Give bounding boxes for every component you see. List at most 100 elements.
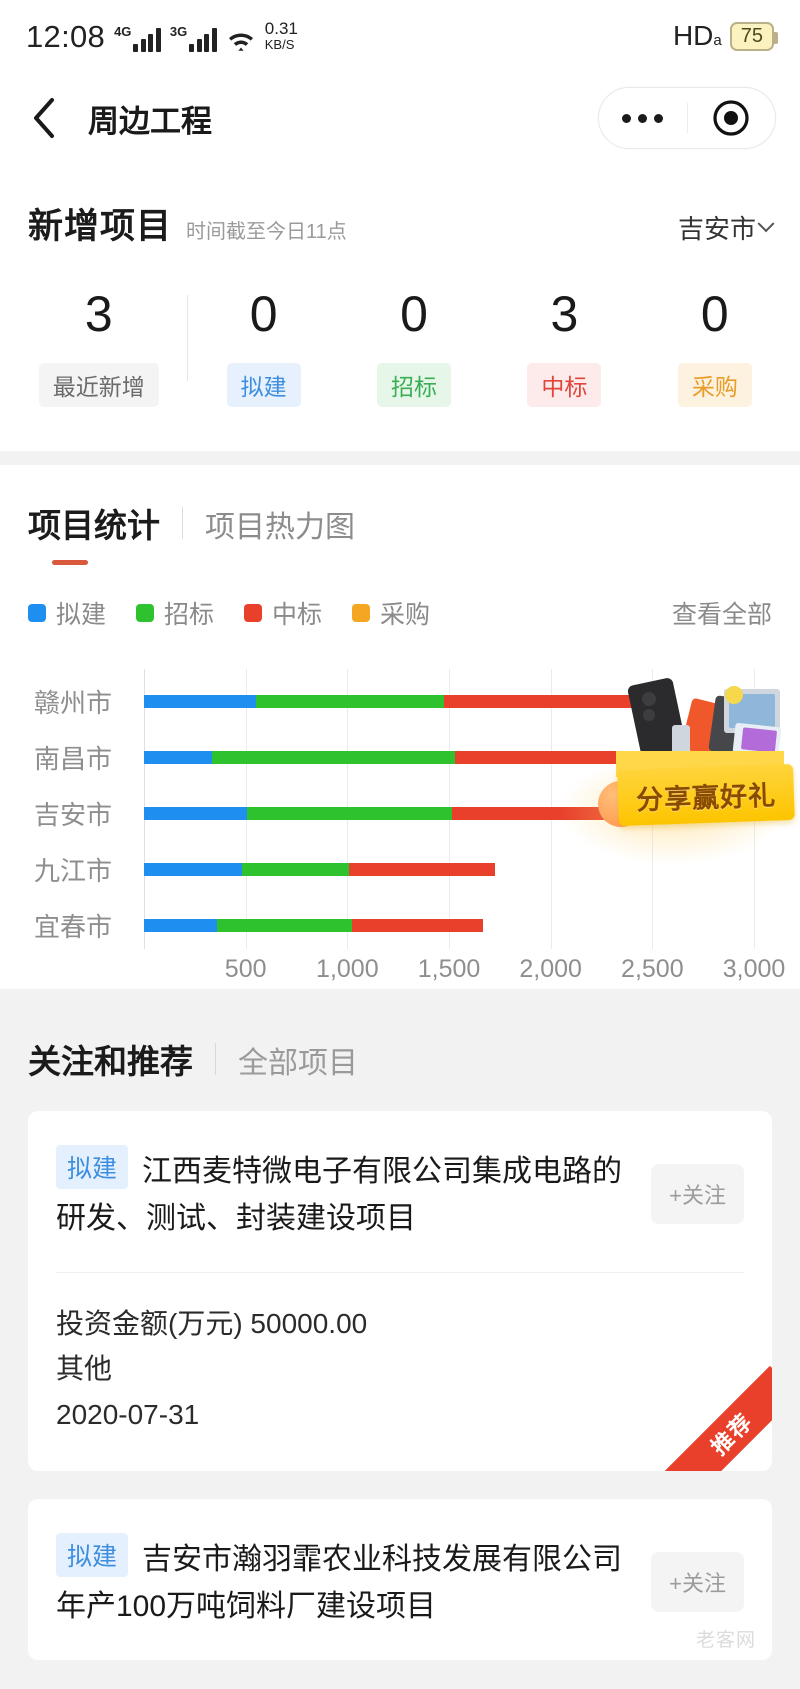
project-stats-section: 项目统计 项目热力图 拟建 招标 中标 采购 查看全部 赣州市 南昌市 吉安市 九江市 宜春市 …	[0, 465, 800, 989]
mini-program-capsule	[598, 87, 776, 149]
x-axis-tick: 500	[224, 955, 267, 983]
x-axis-tick: 2,000	[519, 955, 582, 983]
city-selector-label: 吉安市	[677, 214, 756, 244]
recommend-title: 关注和推荐	[28, 1043, 193, 1080]
watermark: 老客网	[695, 1630, 756, 1652]
stat-label: 最近新增	[38, 363, 159, 407]
x-axis-tick: 1,000	[316, 955, 379, 983]
bar-segment-招标	[241, 862, 350, 876]
stat-cell-4[interactable]: 0 采购	[640, 289, 790, 407]
legend-label: 采购	[380, 601, 431, 629]
chart-legend: 拟建 招标 中标 采购 查看全部	[28, 595, 772, 631]
tab-heatmap[interactable]: 项目热力图	[205, 502, 355, 546]
stacked-bar[interactable]	[144, 862, 495, 876]
bar-segment-中标	[455, 750, 672, 764]
project-card-header: 拟建 吉安市瀚羽霏农业科技发展有限公司年产100万吨饲料厂建设项目 +关注	[28, 1499, 772, 1660]
project-title: 吉安市瀚羽霏农业科技发展有限公司年产100万吨饲料厂建设项目	[56, 1543, 623, 1623]
city-selector[interactable]: 吉安市	[677, 209, 775, 246]
status-badge: 拟建	[56, 1145, 129, 1189]
project-title: 江西麦特微电子有限公司集成电路的研发、测试、封装建设项目	[56, 1155, 623, 1235]
legend-item-拟建[interactable]: 拟建	[28, 595, 106, 631]
new-projects-card: 新增项目 时间截至今日11点 吉安市 3 最近新增 0 拟建 0 招标 3 中标 0 采购	[0, 164, 800, 451]
signal-3g: 3G	[170, 25, 217, 52]
bar-segment-招标	[212, 750, 456, 764]
chart-row: 吉安市	[28, 785, 772, 841]
stat-value: 0	[249, 286, 278, 342]
tab-divider	[182, 507, 183, 539]
project-card[interactable]: 拟建 江西麦特微电子有限公司集成电路的研发、测试、封装建设项目 +关注 投资金额(…	[28, 1111, 772, 1472]
bar-segment-中标	[352, 918, 483, 932]
stacked-bar[interactable]	[144, 806, 628, 820]
stat-cell-2[interactable]: 0 招标	[339, 289, 489, 407]
signal-bars-icon-1	[133, 26, 161, 52]
stat-row: 3 最近新增 0 拟建 0 招标 3 中标 0 采购	[0, 289, 800, 407]
bar-segment-中标	[452, 806, 628, 820]
stat-label: 拟建	[226, 363, 301, 407]
view-all-link[interactable]: 查看全部	[672, 595, 772, 631]
chevron-down-icon	[757, 214, 775, 232]
stat-value: 0	[400, 286, 428, 342]
stat-value: 3	[550, 286, 579, 342]
follow-button[interactable]: +关注	[651, 1551, 744, 1612]
legend-label: 招标	[164, 601, 215, 629]
chevron-left-icon[interactable]	[24, 98, 64, 138]
bar-segment-拟建	[144, 862, 242, 876]
chart-row: 九江市	[28, 841, 772, 897]
stacked-bar[interactable]	[144, 694, 675, 708]
bar-segment-中标	[349, 862, 495, 876]
tab-active-underline	[52, 560, 88, 565]
bar-segment-中标	[443, 694, 675, 708]
battery-indicator: 75	[729, 21, 779, 51]
stat-label: 中标	[527, 363, 602, 407]
legend-item-招标[interactable]: 招标	[136, 595, 214, 631]
status-bar-left: 12:08 4G 3G 0.31 KB/S	[26, 18, 298, 54]
bar-segment-招标	[255, 694, 444, 708]
bar-segment-拟建	[144, 694, 256, 708]
stacked-bar[interactable]	[144, 918, 483, 932]
new-projects-subtitle: 时间截至今日11点	[186, 221, 347, 243]
hd-indicator: HDa	[672, 20, 722, 51]
tab-all-projects[interactable]: 全部项目	[238, 1038, 358, 1082]
stat-label: 招标	[377, 363, 452, 407]
status-time: 12:08	[26, 18, 106, 54]
follow-button[interactable]: +关注	[651, 1163, 744, 1224]
stat-cell-0[interactable]: 3 最近新增	[10, 289, 187, 407]
tab-project-stats-label: 项目统计	[28, 507, 160, 544]
stat-cell-1[interactable]: 0 拟建	[188, 289, 338, 407]
network-type-label-2: 3G	[169, 23, 188, 39]
chart-row: 南昌市	[28, 729, 772, 785]
stacked-bar-chart: 赣州市 南昌市 吉安市 九江市 宜春市 500 1,000 1,500 2,000 2,500 3…	[28, 659, 785, 989]
tab-project-stats[interactable]: 项目统计	[28, 499, 160, 565]
bar-segment-招标	[246, 806, 453, 820]
chart-row: 宜春市	[28, 897, 772, 953]
legend-swatch-icon	[352, 604, 371, 622]
new-projects-header: 新增项目 时间截至今日11点 吉安市	[0, 198, 800, 249]
legend-swatch-icon	[136, 604, 155, 622]
stat-cell-3[interactable]: 3 中标	[489, 289, 639, 407]
x-axis-tick: 1,500	[417, 955, 481, 983]
project-date: 2020-07-31	[56, 1398, 200, 1430]
project-amount: 投资金额(万元) 50000.00	[56, 1308, 368, 1339]
legend-swatch-icon	[244, 604, 263, 622]
project-card[interactable]: 拟建 吉安市瀚羽霏农业科技发展有限公司年产100万吨饲料厂建设项目 +关注 老客网	[28, 1499, 772, 1661]
target-icon[interactable]	[688, 98, 776, 138]
chart-x-axis: 500 1,000 1,500 2,000 2,500 3,000	[28, 955, 785, 989]
chart-category-label: 宜春市	[33, 911, 112, 942]
network-speed: 0.31 KB/S	[265, 20, 298, 51]
legend-item-采购[interactable]: 采购	[352, 595, 430, 631]
project-card-header: 拟建 江西麦特微电子有限公司集成电路的研发、测试、封装建设项目 +关注	[28, 1111, 772, 1272]
status-badge: 拟建	[56, 1533, 129, 1578]
project-title-wrap: 拟建 江西麦特微电子有限公司集成电路的研发、测试、封装建设项目	[56, 1145, 651, 1242]
legend-item-中标[interactable]: 中标	[244, 595, 322, 631]
project-card-body: 投资金额(万元) 50000.00 其他 2020-07-31	[28, 1273, 772, 1471]
speed-unit: KB/S	[264, 37, 295, 53]
project-title-wrap: 拟建 吉安市瀚羽霏农业科技发展有限公司年产100万吨饲料厂建设项目	[56, 1533, 651, 1630]
x-axis-tick: 2,500	[621, 955, 684, 983]
wifi-icon	[226, 26, 256, 52]
stacked-bar[interactable]	[144, 750, 672, 764]
new-projects-title: 新增项目	[28, 207, 173, 246]
recommend-header: 关注和推荐 全部项目	[28, 1035, 772, 1083]
legend-swatch-icon	[28, 604, 46, 622]
more-dots-icon[interactable]	[599, 113, 687, 123]
section-tabs: 项目统计 项目热力图	[28, 499, 772, 565]
